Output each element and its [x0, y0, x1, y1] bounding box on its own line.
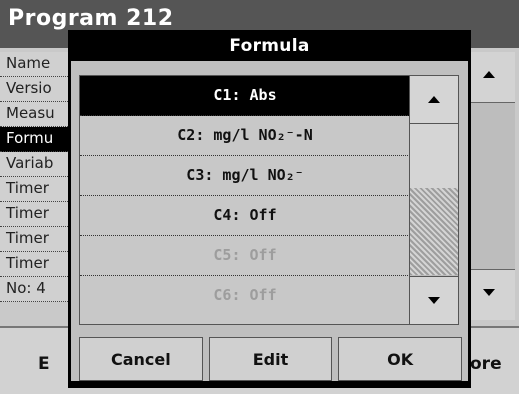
screen: Program 212 Name Versio Measu Formu Vari… — [0, 0, 519, 394]
list-item-c2[interactable]: C2: mg/l NO₂⁻-N — [80, 116, 410, 156]
dialog-button-row: Cancel Edit OK — [79, 337, 463, 381]
edit-button[interactable]: Edit — [208, 337, 333, 381]
scroll-thumb[interactable] — [410, 188, 458, 275]
dialog-title: Formula — [229, 36, 310, 56]
list-item-c3[interactable]: C3: mg/l NO₂⁻ — [80, 156, 410, 196]
arrow-down-icon — [483, 289, 495, 296]
formula-dialog: Formula C1: Abs C2: mg/l NO₂⁻-N C3: mg/l… — [68, 30, 471, 388]
arrow-up-icon — [428, 96, 440, 103]
scroll-track[interactable] — [410, 124, 458, 275]
background-title: Program 212 — [8, 6, 174, 31]
background-more-button[interactable]: ore — [470, 354, 502, 374]
list-item-c6[interactable]: C6: Off — [80, 276, 410, 315]
list-item-c4[interactable]: C4: Off — [80, 196, 410, 236]
scroll-up-button[interactable] — [410, 76, 458, 124]
ok-button[interactable]: OK — [338, 337, 463, 381]
dialog-body: C1: Abs C2: mg/l NO₂⁻-N C3: mg/l NO₂⁻ C4… — [71, 61, 468, 381]
formula-list: C1: Abs C2: mg/l NO₂⁻-N C3: mg/l NO₂⁻ C4… — [79, 75, 411, 325]
background-left-button[interactable]: E — [38, 354, 50, 374]
arrow-down-icon — [428, 297, 440, 304]
formula-list-scrollbar[interactable] — [409, 75, 459, 325]
list-item-c1[interactable]: C1: Abs — [80, 76, 410, 116]
cancel-button[interactable]: Cancel — [79, 337, 203, 381]
list-item-c5[interactable]: C5: Off — [80, 236, 410, 276]
arrow-up-icon — [483, 71, 495, 78]
scroll-down-button[interactable] — [410, 276, 458, 324]
